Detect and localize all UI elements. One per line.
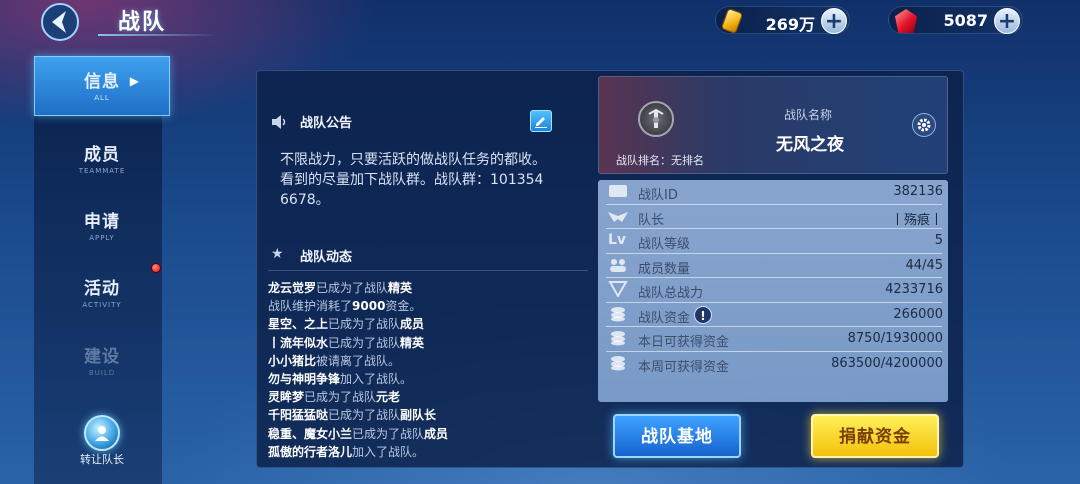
team-name-label: 战队名称: [784, 108, 833, 122]
gear-icon: [917, 118, 931, 132]
power-icon: [608, 281, 630, 299]
pencil-icon: [535, 117, 547, 128]
speaker-icon: [271, 114, 287, 133]
edit-notice-button[interactable]: [530, 110, 552, 132]
tab-sublabel: ACTIVITY: [82, 301, 122, 309]
notification-dot: [151, 263, 161, 273]
notice-line: 看到的尽量加下战队群。战队群：101354: [280, 172, 544, 188]
stat-row-funds: 战队资金 ! 266000: [598, 303, 948, 327]
level-icon: Lv: [608, 232, 627, 248]
tab-label: 信息: [84, 72, 120, 92]
list-item: 丨流年似水已成为了战队精英: [268, 335, 425, 350]
coins-icon: [608, 330, 630, 348]
list-item: 稳重、魔女小兰已成为了战队成员: [268, 426, 449, 441]
chevron-right-icon: ▶: [129, 74, 139, 88]
tab-teammate[interactable]: 成员 TEAMMATE: [34, 130, 170, 190]
captain-wings-icon: [608, 208, 630, 226]
members-icon: [608, 257, 630, 275]
list-item: 战队维护消耗了9000资金。: [268, 299, 422, 314]
transfer-captain-button[interactable]: 转让队长: [70, 415, 134, 467]
add-gems-button[interactable]: +: [994, 8, 1020, 34]
transfer-captain-label: 转让队长: [80, 453, 124, 466]
transfer-captain-icon: [84, 415, 120, 451]
tab-activity[interactable]: 活动 ACTIVITY: [34, 264, 170, 324]
news-list: 龙云觉罗已成为了战队精英 战队维护消耗了9000资金。 星空、之上已成为了战队成…: [268, 279, 588, 461]
tab-build[interactable]: 建设 BUILD: [34, 332, 170, 392]
notice-line: 6678。: [280, 192, 330, 208]
list-item: 灵眸梦已成为了战队元老: [268, 390, 401, 405]
add-gold-button[interactable]: +: [821, 8, 847, 34]
list-item: 小小猪比被请离了战队。: [268, 353, 401, 368]
funds-warning-icon[interactable]: !: [694, 305, 712, 324]
red-gem-icon: [895, 9, 917, 33]
tab-label: 申请: [84, 212, 120, 232]
coins-icon: [608, 355, 630, 373]
gem-currency: 5087 +: [888, 6, 1023, 34]
list-item: 星空、之上已成为了战队成员: [268, 317, 425, 332]
tab-label: 建设: [84, 347, 120, 367]
tab-label: 活动: [84, 279, 120, 299]
coins-icon: [608, 306, 630, 324]
list-item: 龙云觉罗已成为了战队精英: [268, 281, 413, 295]
id-card-icon: [608, 183, 630, 201]
gold-coin-icon: [720, 7, 744, 35]
news-title: 战队动态: [300, 250, 353, 265]
stat-row-level: Lv 战队等级 5: [606, 232, 943, 254]
stat-row-daily-funds: 本日可获得资金 8750/1930000: [598, 327, 948, 352]
stat-row-power: 战队总战力 4233716: [598, 278, 948, 303]
tab-sublabel: TEAMMATE: [78, 167, 126, 175]
donate-funds-button[interactable]: 捐献资金: [811, 414, 939, 458]
tab-sublabel: BUILD: [88, 369, 116, 377]
list-item: 千阳猛猛哒已成为了战队副队长: [268, 408, 437, 423]
notice-title: 战队公告: [300, 116, 353, 131]
stat-row-captain: 队长 丨殇痕丨: [598, 205, 948, 229]
star-icon: ★: [271, 246, 284, 262]
list-item: 孤傲的行者洛儿加入了战队。: [268, 444, 425, 459]
back-arrow-icon: [41, 3, 79, 41]
tab-sublabel: APPLY: [89, 234, 115, 242]
tab-apply[interactable]: 申请 APPLY: [34, 197, 170, 257]
title-underline: [98, 34, 218, 36]
tab-sublabel: ALL: [94, 94, 110, 102]
tab-label: 成员: [84, 145, 120, 165]
list-item: 勿与神明争锋加入了战队。: [268, 372, 413, 387]
settings-button[interactable]: [912, 113, 936, 137]
gem-amount: 5087: [943, 11, 988, 30]
gold-currency: 269万 +: [715, 6, 850, 35]
team-name: 无风之夜: [776, 135, 844, 155]
stat-row-members: 成员数量 44/45: [598, 254, 948, 278]
team-rank: 战队排名：无排名: [616, 154, 704, 167]
notice-line: 不限战力，只要活跃的做战队任务的都收。: [280, 152, 546, 168]
page-title: 战队: [118, 10, 167, 35]
gold-amount: 269万: [765, 15, 815, 34]
team-emblem-icon: [638, 101, 674, 137]
back-button[interactable]: [40, 2, 80, 42]
team-base-button[interactable]: 战队基地: [613, 414, 741, 458]
tab-info[interactable]: 信息 ALL ▶: [34, 56, 170, 116]
stat-row-weekly-funds: 本周可获得资金 863500/4200000: [598, 352, 948, 377]
team-stats-table: 战队ID 382136 队长 丨殇痕丨 Lv 战队等级 5 成员数量 44/45…: [598, 180, 948, 402]
stat-row-id: 战队ID 382136: [598, 180, 948, 205]
divider: [268, 270, 588, 271]
notice-text: 不限战力，只要活跃的做战队任务的都收。 看到的尽量加下战队群。战队群：10135…: [280, 150, 570, 210]
